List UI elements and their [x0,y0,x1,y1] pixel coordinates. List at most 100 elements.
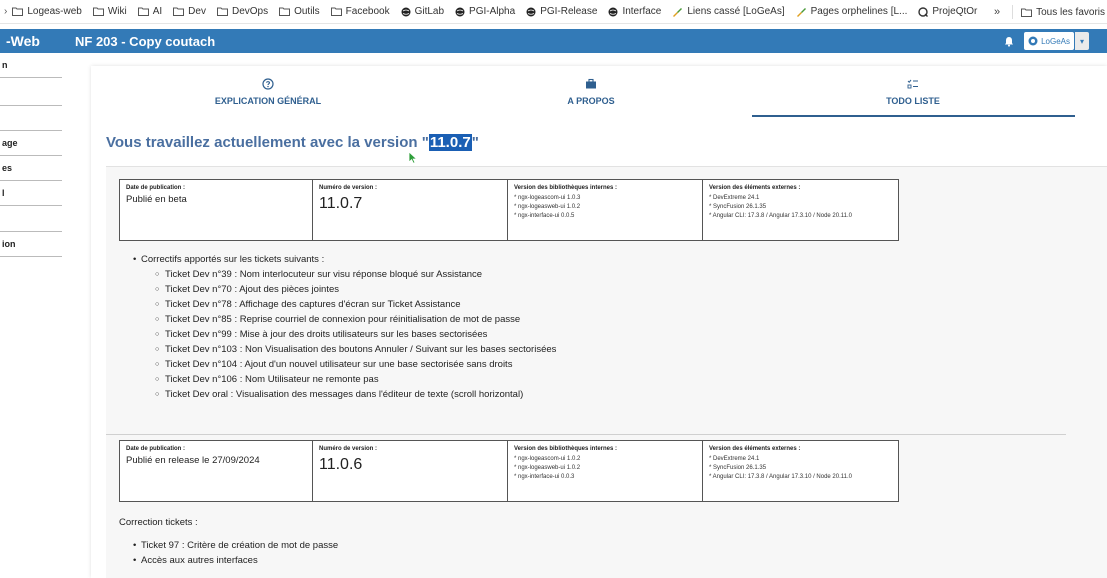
all-bookmarks-button[interactable]: Tous les favoris [1021,7,1105,18]
bookmark-item[interactable]: Logeas-web [12,6,82,17]
user-avatar-icon [1028,36,1038,46]
version-heading: Vous travaillez actuellement avec la ver… [106,134,479,151]
globe-icon [526,7,536,17]
user-menu-caret[interactable]: ▾ [1075,32,1089,50]
folder-icon [173,7,185,16]
publication-cell: Date de publication : Publié en beta [119,179,313,241]
internal-libs-label: Version des bibliothèques internes : [514,446,618,452]
bookmark-item[interactable]: Interface [608,6,661,17]
external-libs-label: Version des éléments externes : [709,446,801,452]
version-heading-prefix: Vous travaillez actuellement avec la ver… [106,134,429,151]
folder-icon [92,7,104,16]
folder-icon [1021,8,1033,17]
bookmark-label: GitLab [414,6,445,17]
publication-label: Date de publication : [126,185,186,191]
external-libs-cell: Version des éléments externes : * DevExt… [702,179,899,241]
external-lib-item: * Angular CLI: 17.3.8 / Angular 17.3.10 … [709,474,852,480]
publication-value: Publié en release le 27/09/2024 [126,455,260,466]
page-title: NF 203 - Copy coutach [75,33,216,49]
bookmark-label: Outils [294,6,320,17]
external-lib-item: * SyncFusion 26.1.35 [709,204,767,210]
sidebar-divider [0,155,62,156]
main-panel: EXPLICATION GÉNÉRAL A PROPOS TODO LISTE … [91,66,1107,578]
internal-lib-item: * ngx-logeascom-ui 1.0.3 [514,195,581,201]
bookmark-item[interactable]: Pages orphelines [L... [796,6,907,17]
external-libs-cell: Version des éléments externes : * DevExt… [702,440,899,502]
sidebar-item-3[interactable]: es [0,163,62,173]
bookmark-item[interactable]: Outils [279,6,320,17]
brush-icon [796,7,807,17]
internal-lib-item: * ngx-logeasweb-ui 1.0.2 [514,204,581,210]
bookmarks-more-button[interactable]: » [982,6,1012,18]
internal-lib-item: * ngx-interface-ui 0.0.3 [514,474,575,480]
bookmarks-separator [1012,5,1014,19]
bookmark-label: PGI-Release [540,6,598,17]
sidebar-item-4[interactable]: l [0,188,62,198]
version-number-label: Numéro de version : [319,446,378,452]
user-menu-button[interactable]: LoGeAs [1024,32,1074,50]
list-item: Ticket 97 : Critère de création de mot d… [133,538,338,553]
internal-lib-item: * ngx-logeasweb-ui 1.0.2 [514,465,581,471]
folder-icon [216,7,228,16]
sidebar-item-1[interactable]: n [0,60,62,70]
bookmark-label: Logeas-web [27,6,82,17]
bookmark-label: Facebook [345,6,390,17]
ticket-item: Ticket Dev n°39 : Nom interlocuteur sur … [155,267,556,282]
ticket-item: Ticket Dev n°106 : Nom Utilisateur ne re… [155,372,556,387]
list-item: Accès aux autres interfaces [133,553,338,568]
bookmark-item[interactable]: PGI-Release [526,6,597,17]
version-number-value: 11.0.7 [319,195,363,212]
bookmark-item[interactable]: ProjeQtOr [918,6,977,17]
bookmark-label: PGI-Alpha [469,6,516,17]
list-item: Correctifs apportés sur les tickets suiv… [133,252,556,267]
release-divider [106,434,1066,435]
bookmark-item[interactable]: AI [137,6,162,17]
app-brand[interactable]: -Web [0,33,72,49]
correction-intro: Correction tickets : [119,517,198,528]
bookmark-label: ProjeQtOr [932,6,978,17]
sidebar-divider [0,205,62,206]
folder-icon [279,7,291,16]
sidebar: n age es l ion [0,53,62,578]
bookmark-item[interactable]: Wiki [92,6,127,17]
tab-todo-liste[interactable]: TODO LISTE [813,78,1013,106]
tab-explication-general[interactable]: EXPLICATION GÉNÉRAL [168,78,368,106]
sidebar-divider [0,256,62,257]
globe-icon [608,7,618,17]
release-notes: Date de publication : Publié en beta Num… [106,166,1107,578]
ticket-item: Ticket Dev n°99 : Mise à jour des droits… [155,327,556,342]
version-number-value: 11.0.6 [319,456,363,473]
bookmark-item[interactable]: Facebook [330,6,390,17]
bookmark-item[interactable]: Dev [173,6,206,17]
tab-a-propos[interactable]: A PROPOS [491,78,691,106]
bookmark-item[interactable]: DevOps [216,6,268,17]
bell-icon[interactable] [1004,36,1014,47]
internal-libs-label: Version des bibliothèques internes : [514,185,618,191]
bookmark-item[interactable]: PGI-Alpha [455,6,515,17]
sidebar-item-5[interactable]: ion [0,239,62,249]
publication-value: Publié en beta [126,194,187,205]
sidebar-divider [0,105,62,106]
sidebar-divider [0,231,62,232]
bookmarks-back-chevron-icon[interactable]: › [0,6,12,17]
sidebar-divider [0,180,62,181]
folder-icon [330,7,342,16]
folder-icon [12,7,24,16]
ticket-item: Ticket Dev n°78 : Affichage des captures… [155,297,556,312]
all-bookmarks-label: Tous les favoris [1036,6,1105,18]
bookmark-item[interactable]: Liens cassé [LoGeAs] [672,6,785,17]
ticket-item: Ticket Dev n°85 : Reprise courriel de co… [155,312,556,327]
current-version: 11.0.7 [428,134,472,151]
ticket-item: Ticket Dev n°104 : Ajout d'un nouvel uti… [155,357,556,372]
folder-icon [137,7,149,16]
tab-label: TODO LISTE [886,96,940,106]
sidebar-divider [0,130,62,131]
sidebar-item-2[interactable]: age [0,138,62,148]
bookmark-label: Dev [188,6,206,17]
active-tab-indicator [752,115,1075,117]
brush-icon [672,7,683,17]
bookmark-label: Liens cassé [LoGeAs] [687,6,785,17]
internal-libs-cell: Version des bibliothèques internes : * n… [507,440,703,502]
globe-icon [455,7,465,17]
bookmark-item[interactable]: GitLab [401,6,444,17]
